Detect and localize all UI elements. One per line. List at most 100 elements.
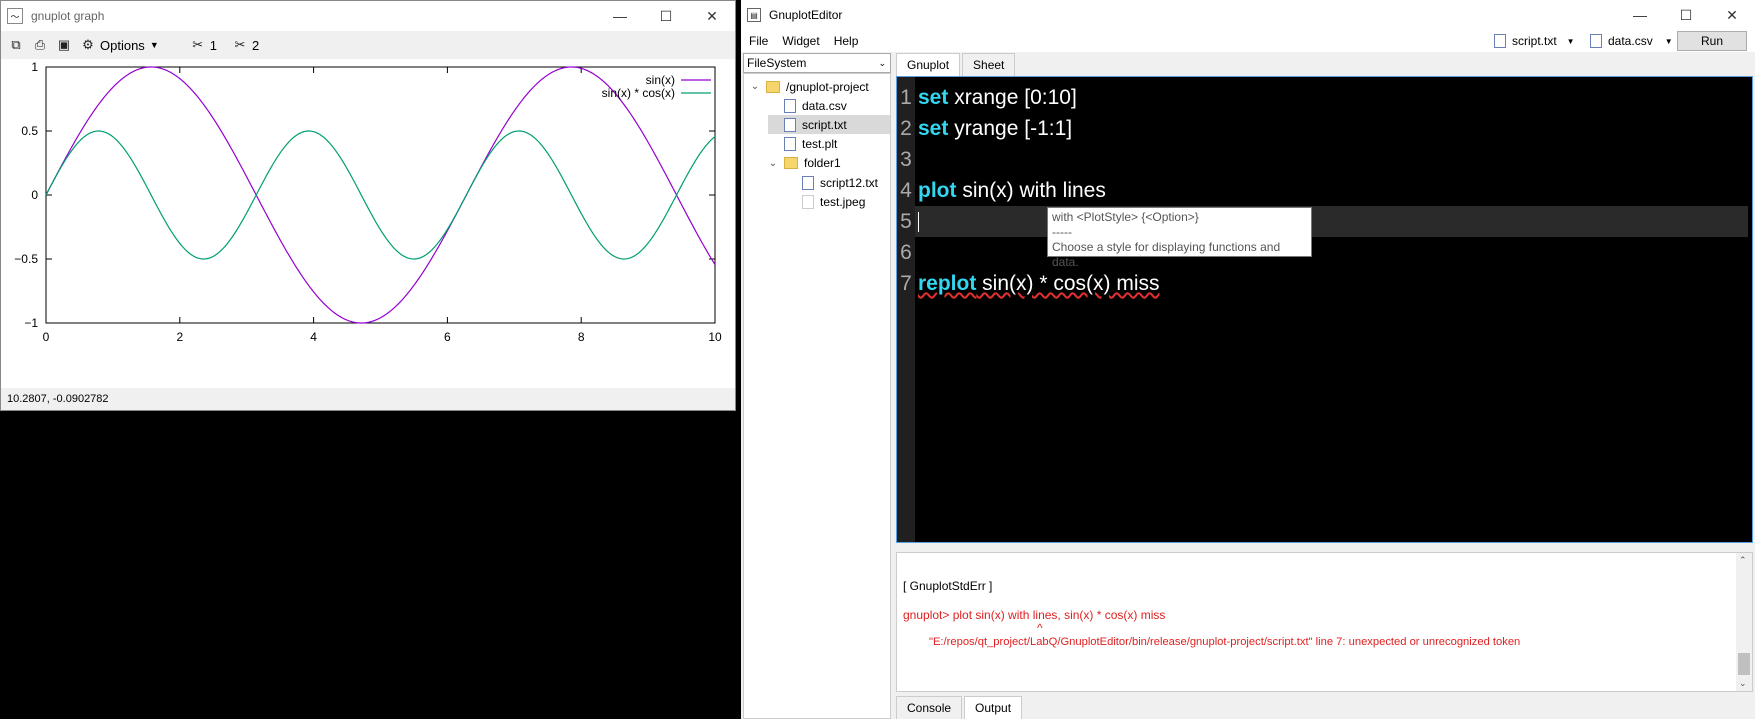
tab-sheet[interactable]: Sheet: [962, 53, 1016, 76]
x-tick-label: 2: [176, 330, 183, 344]
axis1-icon[interactable]: ✂: [189, 36, 207, 54]
tree-item[interactable]: test.jpeg: [786, 192, 865, 211]
code-line[interactable]: 6: [897, 237, 918, 268]
tree-item-label: script.txt: [802, 117, 847, 132]
x-tick-label: 6: [444, 330, 451, 344]
tree-item-label: /gnuplot-project: [786, 79, 869, 94]
axis2-button[interactable]: 2: [252, 38, 259, 53]
graph-app-icon: 〜: [7, 8, 23, 24]
menu-widget[interactable]: Widget: [782, 34, 819, 48]
editor-titlebar: ▤ GnuplotEditor — ☐ ✕: [741, 0, 1755, 30]
tree-item[interactable]: script.txt: [768, 115, 890, 135]
editor-window: ▤ GnuplotEditor — ☐ ✕ File Widget Help s…: [741, 0, 1755, 719]
save-icon[interactable]: ▣: [55, 36, 73, 54]
x-tick-label: 4: [310, 330, 317, 344]
chevron-down-icon[interactable]: ⌄: [750, 81, 760, 92]
print-icon[interactable]: ⎙: [31, 36, 49, 54]
tree-item[interactable]: ⌄ folder1: [768, 154, 841, 173]
plot-area[interactable]: 0 2 4 6 8 10 1 0.5 0 −0.5 −1 sin(x) sin(x) * cos(x): [1, 59, 735, 389]
chevron-down-icon[interactable]: ▼: [1665, 37, 1673, 46]
editor-tabs: Gnuplot Sheet: [896, 53, 1017, 76]
code-line[interactable]: 7 replot sin(x) * cos(x) miss: [897, 268, 1160, 299]
axis1-button[interactable]: 1: [210, 38, 217, 53]
chevron-down-icon[interactable]: ▼: [1567, 37, 1575, 46]
options-icon[interactable]: ⚙: [79, 36, 97, 54]
line-number: 5: [900, 210, 912, 233]
code-text: yrange [-1:1]: [948, 117, 1073, 140]
tree-item-label: folder1: [804, 156, 841, 171]
y-tick-label: −1: [24, 316, 38, 330]
code-editor[interactable]: 1 set xrange [0:10] 2 set yrange [-1:1] 3 4 pl…: [896, 76, 1753, 543]
chevron-down-icon[interactable]: ⌄: [768, 158, 778, 169]
code-keyword: set: [918, 86, 949, 109]
gnuplot-titlebar: 〜 gnuplot graph — ☐ ✕: [1, 1, 735, 31]
chevron-down-icon[interactable]: ⌄: [878, 58, 886, 69]
tree-item-label: test.plt: [802, 137, 838, 152]
series-line: [45, 130, 716, 260]
tree-item[interactable]: data.csv: [768, 96, 847, 115]
tab-console[interactable]: Console: [896, 696, 963, 719]
line-number: 7: [900, 272, 912, 295]
folder-icon: [766, 80, 780, 93]
script-file-button[interactable]: script.txt ▼: [1494, 30, 1575, 52]
menu-file[interactable]: File: [749, 34, 768, 48]
tab-gnuplot[interactable]: Gnuplot: [896, 53, 961, 76]
cursor-coordinates: 10.2807, -0.0902782: [7, 393, 109, 405]
tooltip-description: Choose a style for displaying functions …: [1052, 240, 1281, 269]
tree-item[interactable]: ⌄ /gnuplot-project: [750, 77, 869, 96]
file-icon: [784, 117, 796, 132]
code-text: sin(x) * cos(x) miss: [976, 272, 1160, 295]
bottom-tabs: Console Output: [896, 696, 1024, 719]
maximize-icon[interactable]: ☐: [643, 1, 689, 31]
code-text: sin(x) with lines: [956, 179, 1106, 202]
minimize-icon[interactable]: —: [1617, 0, 1663, 30]
filesystem-label: FileSystem: [747, 56, 807, 70]
filesystem-selector[interactable]: FileSystem ⌄: [743, 53, 891, 73]
line-number: 4: [900, 179, 912, 202]
gnuplot-toolbar: ⧉ ⎙ ▣ ⚙ Options ▼ ✂ 1 ✂ 2: [1, 31, 735, 59]
scroll-thumb[interactable]: [1738, 653, 1750, 675]
output-caret: ^: [1037, 621, 1043, 635]
tab-output[interactable]: Output: [964, 696, 1023, 719]
copy-icon[interactable]: ⧉: [7, 36, 25, 54]
maximize-icon[interactable]: ☐: [1663, 0, 1709, 30]
tree-item[interactable]: test.plt: [768, 135, 837, 154]
code-keyword: plot: [918, 179, 957, 202]
tooltip-separator: -----: [1052, 225, 1072, 239]
chevron-down-icon[interactable]: ▼: [150, 40, 159, 50]
text-caret: [918, 212, 919, 232]
data-file-button[interactable]: data.csv ▼: [1590, 30, 1673, 52]
code-line[interactable]: 2 set yrange [-1:1]: [897, 113, 1072, 144]
output-header: [ GnuplotStdErr ]: [903, 579, 993, 593]
tree-item-label: script12.txt: [820, 175, 879, 190]
menu-help[interactable]: Help: [834, 34, 859, 48]
options-menu[interactable]: Options: [100, 38, 145, 53]
axis2-icon[interactable]: ✂: [231, 36, 249, 54]
x-tick-label: 10: [708, 330, 722, 344]
line-number: 3: [900, 148, 912, 171]
output-panel[interactable]: [ GnuplotStdErr ] gnuplot> plot sin(x) w…: [896, 552, 1753, 692]
output-scrollbar[interactable]: ⌃ ⌄: [1736, 553, 1752, 691]
editor-window-title: GnuplotEditor: [769, 8, 843, 22]
file-tree: ⌄ /gnuplot-project data.csv script.txt test.…: [743, 73, 891, 719]
scroll-down-icon[interactable]: ⌄: [1739, 678, 1747, 689]
file-icon: [784, 98, 796, 113]
close-icon[interactable]: ✕: [689, 1, 735, 31]
close-icon[interactable]: ✕: [1709, 0, 1755, 30]
code-line[interactable]: 1 set xrange [0:10]: [897, 82, 1077, 113]
code-line[interactable]: 3: [897, 144, 918, 175]
current-line-highlight: [915, 206, 1748, 237]
scroll-up-icon[interactable]: ⌃: [1739, 555, 1747, 566]
y-tick-label: −0.5: [14, 252, 38, 266]
file-icon: [784, 137, 796, 152]
code-keyword: replot: [918, 272, 977, 295]
code-line[interactable]: 4 plot sin(x) with lines: [897, 175, 1106, 206]
editor-app-icon: ▤: [747, 8, 761, 22]
output-error: "E:/repos/qt_project/LabQ/GnuplotEditor/…: [929, 636, 1521, 648]
x-tick-label: 0: [43, 330, 50, 344]
run-button[interactable]: Run: [1677, 31, 1747, 51]
series-line: [45, 66, 716, 324]
minimize-icon[interactable]: —: [597, 1, 643, 31]
code-line[interactable]: 5: [897, 206, 918, 237]
tree-item[interactable]: script12.txt: [786, 173, 878, 192]
